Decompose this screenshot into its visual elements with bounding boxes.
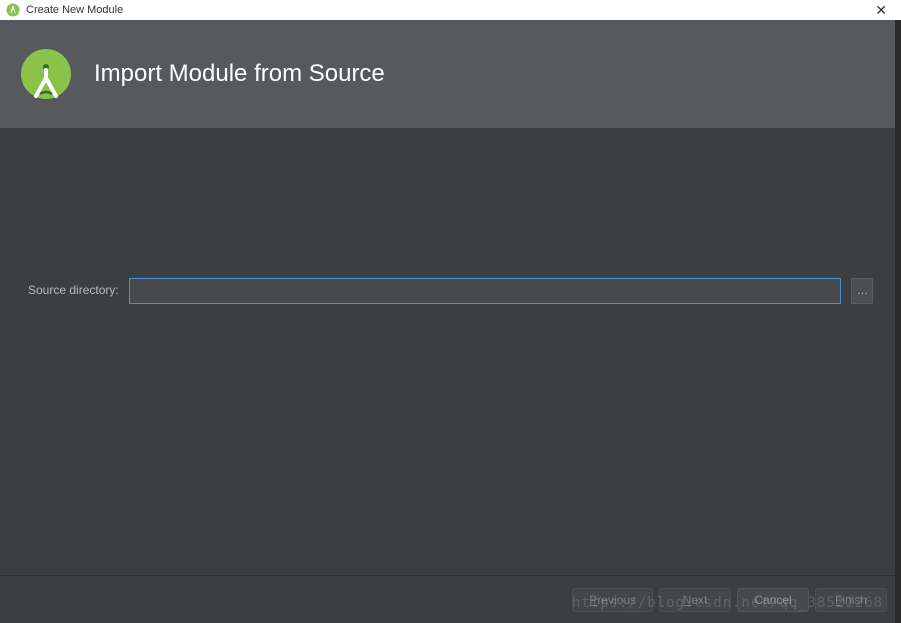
previous-button[interactable]: Previous: [572, 588, 653, 612]
window-title: Create New Module: [26, 4, 123, 16]
cancel-button[interactable]: Cancel: [737, 588, 809, 612]
dialog-content: Source directory: …: [0, 128, 901, 575]
dialog-title: Import Module from Source: [94, 60, 385, 88]
android-studio-icon: [6, 3, 20, 17]
dialog-header: Import Module from Source: [0, 20, 901, 128]
source-directory-input[interactable]: [129, 278, 841, 304]
source-directory-label: Source directory:: [28, 278, 119, 297]
titlebar-left: Create New Module: [6, 3, 123, 17]
android-studio-logo-icon: [20, 48, 72, 100]
browse-button[interactable]: …: [851, 278, 873, 304]
titlebar: Create New Module ✕: [0, 0, 901, 20]
close-button[interactable]: ✕: [867, 2, 895, 19]
finish-button[interactable]: Finish: [815, 588, 887, 612]
right-edge-strip: [895, 20, 901, 623]
next-button[interactable]: Next: [659, 588, 731, 612]
dialog-footer: Previous Next Cancel Finish: [0, 575, 901, 623]
